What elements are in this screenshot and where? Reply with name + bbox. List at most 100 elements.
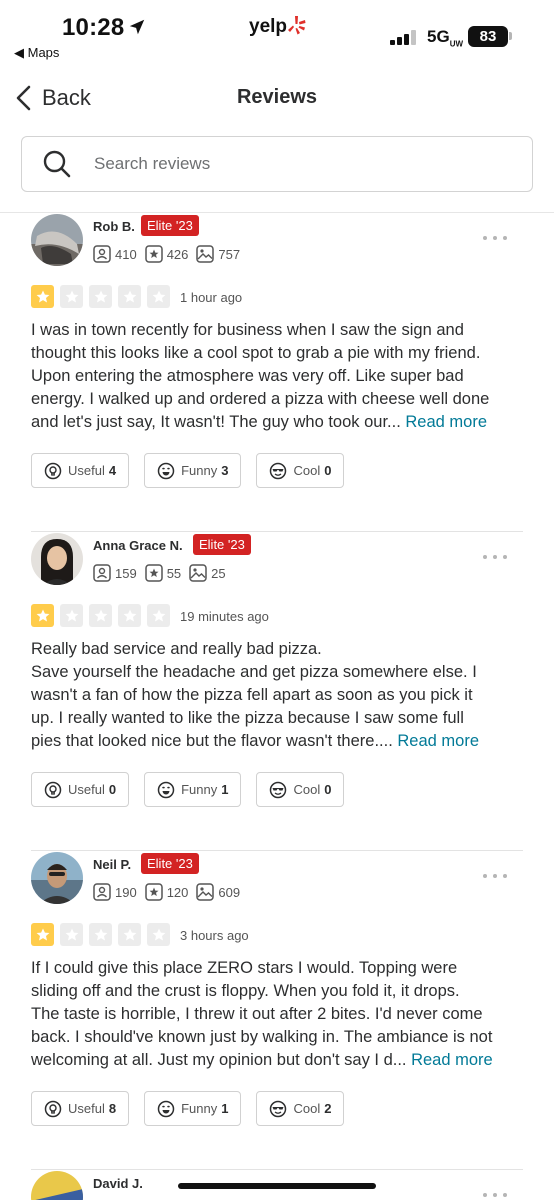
review-time: 1 hour ago — [180, 290, 243, 305]
friends-icon — [93, 245, 111, 263]
star-icon — [60, 923, 83, 946]
reaction-buttons: Useful 8 Funny 1 Cool 2 — [31, 1091, 359, 1126]
star-icon — [31, 923, 54, 946]
review-star-icon — [144, 245, 163, 263]
network-label: 5GUW — [427, 27, 463, 48]
photo-icon — [189, 564, 207, 582]
funny-button[interactable]: Funny 1 — [144, 1091, 242, 1126]
read-more-link[interactable]: Read more — [397, 732, 479, 750]
review-text-line: If I could give this place ZERO stars I … — [31, 959, 458, 977]
read-more-link[interactable]: Read more — [405, 413, 487, 431]
search-icon — [43, 150, 71, 178]
page-title: Reviews — [236, 86, 318, 108]
lightbulb-icon — [44, 1100, 62, 1117]
star-icon — [89, 923, 112, 946]
back-to-maps-link[interactable]: ◀ Maps — [14, 45, 59, 61]
clock: 10:28 — [62, 14, 125, 41]
useful-button[interactable]: Useful 4 — [31, 453, 130, 488]
review-star-icon — [144, 564, 163, 582]
useful-button[interactable]: Useful 0 — [31, 772, 130, 807]
read-more-link[interactable]: Read more — [411, 1051, 493, 1069]
search-bar[interactable] — [21, 136, 533, 192]
cool-label: Cool — [293, 1101, 321, 1116]
star-icon — [147, 285, 170, 308]
elite-badge: Elite '23 — [141, 853, 199, 874]
reviewer-name[interactable]: Anna Grace N. — [93, 538, 183, 553]
cool-count: 0 — [324, 463, 332, 478]
star-icon — [89, 604, 112, 627]
review-text-line: energy. I walked up and ordered a pizza … — [31, 390, 490, 408]
avatar[interactable] — [31, 852, 83, 904]
photo-icon — [196, 883, 215, 901]
useful-label: Useful — [68, 782, 105, 797]
review-text: I was in town recently for business when… — [31, 319, 527, 434]
star-rating — [31, 285, 176, 308]
reviews-count: 120 — [166, 884, 189, 900]
reviewer-stats: 159 55 25 — [93, 564, 234, 582]
review-text-line: Save yourself the headache and get pizza… — [31, 663, 477, 681]
review-text-tail: and let's just say, It wasn't! The guy w… — [31, 413, 406, 431]
home-indicator[interactable] — [178, 1183, 376, 1189]
cool-label: Cool — [293, 782, 321, 797]
cool-face-icon — [270, 1100, 287, 1117]
lightbulb-icon — [44, 781, 62, 798]
nav-bar: Back Reviews — [0, 72, 554, 124]
more-dots-icon[interactable] — [480, 231, 510, 245]
friends-stat: 159 — [93, 564, 137, 582]
review-text-line: sliding off and the crust is floppy. Whe… — [31, 982, 460, 1000]
friends-icon — [93, 883, 111, 901]
more-dots-icon[interactable] — [480, 550, 510, 564]
friends-count: 159 — [115, 565, 137, 581]
elite-badge: Elite '23 — [193, 534, 251, 555]
useful-count: 8 — [108, 1101, 117, 1116]
reviews-stat: 55 — [144, 564, 182, 582]
avatar[interactable] — [31, 533, 83, 585]
photos-count: 25 — [211, 565, 226, 581]
avatar[interactable] — [31, 214, 83, 266]
star-icon — [31, 604, 54, 627]
funny-count: 3 — [221, 463, 229, 478]
signal-icon — [390, 30, 416, 45]
cool-count: 2 — [324, 1101, 332, 1116]
reviewer-name[interactable]: Neil P. — [93, 857, 131, 872]
photos-count: 757 — [218, 246, 241, 262]
cool-label: Cool — [293, 463, 321, 478]
useful-count: 4 — [108, 463, 117, 478]
cool-button[interactable]: Cool 0 — [256, 772, 345, 807]
useful-count: 0 — [108, 782, 117, 797]
review-text-line: up. I really wanted to like the pizza be… — [31, 709, 464, 727]
cool-button[interactable]: Cool 2 — [256, 1091, 345, 1126]
status-bar: 10:28 ◀ Maps yelp 5GUW 83 — [0, 0, 554, 62]
funny-face-icon — [157, 781, 175, 798]
useful-button[interactable]: Useful 8 — [31, 1091, 130, 1126]
battery-tip — [509, 32, 512, 40]
battery-indicator: 83 — [468, 26, 508, 47]
more-dots-icon[interactable] — [480, 1188, 510, 1200]
search-input[interactable] — [94, 154, 474, 174]
review-text-tail: pies that looked nice but the flavor was… — [31, 732, 398, 750]
review-text-line: back. I should've known just by walking … — [31, 1028, 493, 1046]
more-dots-icon[interactable] — [480, 869, 510, 883]
yelp-logo: yelp — [249, 16, 288, 37]
reviewer-name[interactable]: David J. — [93, 1176, 143, 1191]
review-text-line: Really bad service and really bad pizza. — [31, 640, 322, 658]
review-text: Really bad service and really bad pizza.… — [31, 638, 527, 753]
star-icon — [118, 923, 141, 946]
star-icon — [118, 285, 141, 308]
avatar[interactable] — [31, 1171, 83, 1200]
friends-stat: 190 — [93, 883, 137, 901]
reviewer-stats: 410 426 757 — [93, 245, 248, 263]
funny-face-icon — [157, 1100, 175, 1117]
friends-count: 410 — [115, 246, 137, 262]
review-text-tail: welcoming at all. Just my opinion but do… — [31, 1051, 412, 1069]
reviews-count: 55 — [166, 565, 182, 581]
funny-label: Funny — [181, 463, 218, 478]
review-text-line: I was in town recently for business when… — [31, 321, 464, 339]
photos-stat: 609 — [196, 883, 240, 901]
star-icon — [60, 285, 83, 308]
reviewer-name[interactable]: Rob B. — [93, 219, 135, 234]
funny-button[interactable]: Funny 3 — [144, 453, 242, 488]
funny-button[interactable]: Funny 1 — [144, 772, 242, 807]
cool-button[interactable]: Cool 0 — [256, 453, 345, 488]
photos-count: 609 — [218, 884, 241, 900]
